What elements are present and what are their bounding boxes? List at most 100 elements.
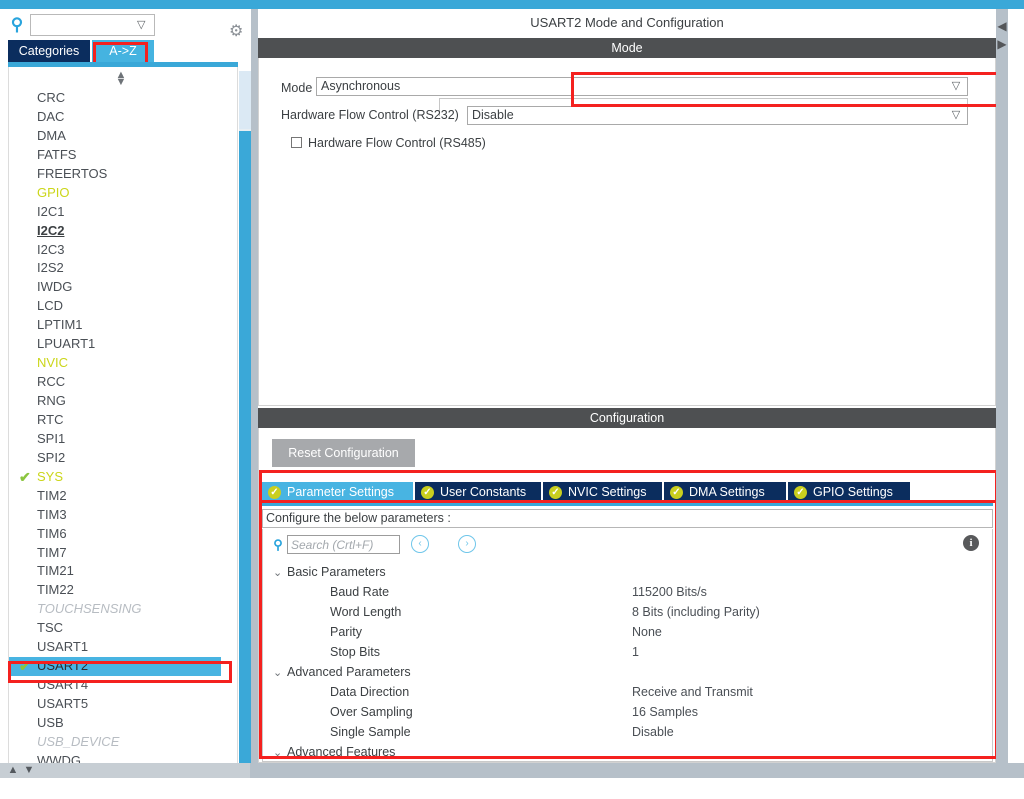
parameter-row[interactable]: Parity None xyxy=(263,622,992,642)
check-icon: ✔ xyxy=(19,658,31,675)
sidebar-item-rtc[interactable]: RTC xyxy=(9,411,221,430)
sidebar-item-i2s2[interactable]: I2S2 xyxy=(9,259,221,278)
parameter-value[interactable]: Receive and Transmit xyxy=(632,682,753,702)
sidebar-item-fatfs[interactable]: FATFS xyxy=(9,146,221,165)
sidebar-item-i2c2[interactable]: I2C2 xyxy=(9,222,221,241)
tab-a-to-z[interactable]: A->Z xyxy=(92,40,154,62)
info-icon[interactable]: i xyxy=(963,535,979,551)
sidebar-item-usart1[interactable]: USART1 xyxy=(9,638,221,657)
sidebar-item-label: USART1 xyxy=(37,639,89,655)
mode-label: Mode xyxy=(281,81,313,95)
sidebar-item-freertos[interactable]: FREERTOS xyxy=(9,165,221,184)
gear-icon[interactable]: ⚙ xyxy=(229,23,247,41)
sidebar-item-lptim1[interactable]: LPTIM1 xyxy=(9,316,221,335)
scroll-up-icon[interactable]: ▲ xyxy=(6,764,20,777)
tab-categories[interactable]: Categories xyxy=(8,40,90,62)
parameter-row[interactable]: Single Sample Disable xyxy=(263,722,992,742)
status-ok-icon: ✓ xyxy=(268,486,281,499)
sidebar-item-label: USB_DEVICE xyxy=(37,733,120,749)
parameter-value[interactable]: 1 xyxy=(632,642,639,662)
sidebar-item-usart5[interactable]: USART5 xyxy=(9,695,221,714)
configuration-section-body: Reset Configuration ✓ Parameter Settings ✓… xyxy=(258,428,996,763)
chevron-down-icon[interactable]: ⌄ xyxy=(273,663,287,683)
nav-prev-icon[interactable]: ‹ xyxy=(411,535,429,553)
tab-dma-settings[interactable]: ✓ DMA Settings xyxy=(664,482,786,503)
sidebar-item-touchsensing[interactable]: TOUCHSENSING xyxy=(9,600,221,619)
parameter-row[interactable]: Data Direction Receive and Transmit xyxy=(263,682,992,702)
tab-user-constants[interactable]: ✓ User Constants xyxy=(415,482,541,503)
parameter-value[interactable]: 16 Samples xyxy=(632,702,698,722)
collapse-right-icon[interactable]: ▶ xyxy=(997,37,1007,51)
sidebar-item-tim21[interactable]: TIM21 xyxy=(9,562,221,581)
sidebar-scrollbar-upper[interactable] xyxy=(239,71,251,129)
sidebar-item-gpio[interactable]: GPIO xyxy=(9,184,221,203)
chevron-down-icon[interactable]: ⌄ xyxy=(273,743,287,761)
parameter-row[interactable]: Over Sampling 16 Samples xyxy=(263,702,992,722)
sidebar-item-label: RTC xyxy=(37,411,64,427)
sidebar-item-tim22[interactable]: TIM22 xyxy=(9,581,221,600)
chevron-down-icon[interactable]: ⌄ xyxy=(273,563,287,583)
sidebar-item-nvic[interactable]: NVIC xyxy=(9,354,221,373)
parameter-group-advanced-features[interactable]: ⌄ Advanced Features xyxy=(273,742,395,761)
tab-label: NVIC Settings xyxy=(568,485,647,499)
sidebar-item-iwdg[interactable]: IWDG xyxy=(9,278,221,297)
chevron-down-icon[interactable]: ▽ xyxy=(950,79,962,94)
chevron-down-icon[interactable]: ▽ xyxy=(137,19,149,31)
parameter-row[interactable]: Word Length 8 Bits (including Parity) xyxy=(263,602,992,622)
sidebar-item-dma[interactable]: DMA xyxy=(9,127,221,146)
sidebar-item-crc[interactable]: CRC xyxy=(9,89,221,108)
mode-select[interactable]: Asynchronous ▽ xyxy=(316,77,968,96)
scroll-down-icon[interactable]: ▼ xyxy=(22,764,36,777)
peripheral-list[interactable]: ▲ ▼ CRC DAC DMA FATFS FREERTOS GPIO I2C1 I2C2 I2C… xyxy=(8,67,238,767)
parameter-row[interactable]: Stop Bits 1 xyxy=(263,642,992,662)
parameter-search-input[interactable] xyxy=(287,535,400,554)
hw-flow-rs232-select[interactable]: Disable ▽ xyxy=(467,106,968,125)
hw-flow-rs485-checkbox[interactable] xyxy=(291,137,302,148)
sidebar-item-i2c1[interactable]: I2C1 xyxy=(9,203,221,222)
parameter-value[interactable]: 8 Bits (including Parity) xyxy=(632,602,760,622)
reset-configuration-button[interactable]: Reset Configuration xyxy=(272,439,415,467)
peripheral-search-input[interactable] xyxy=(33,16,133,34)
sidebar-item-rng[interactable]: RNG xyxy=(9,392,221,411)
sidebar-item-tim2[interactable]: TIM2 xyxy=(9,487,221,506)
sidebar-item-rcc[interactable]: RCC xyxy=(9,373,221,392)
sidebar-item-label: TIM3 xyxy=(37,506,67,522)
sidebar-scrollbar-thumb[interactable] xyxy=(239,131,251,765)
sidebar-item-label: USART4 xyxy=(37,677,89,693)
sidebar-item-tim7[interactable]: TIM7 xyxy=(9,544,221,563)
sidebar-item-lcd[interactable]: LCD xyxy=(9,297,221,316)
sidebar-item-lpuart1[interactable]: LPUART1 xyxy=(9,335,221,354)
sidebar-item-usb-device[interactable]: USB_DEVICE xyxy=(9,733,221,752)
peripheral-search-combo[interactable]: ▽ xyxy=(30,14,155,36)
tab-nvic-settings[interactable]: ✓ NVIC Settings xyxy=(543,482,662,503)
tab-label: DMA Settings xyxy=(689,485,765,499)
sidebar-item-sys[interactable]: ✔ SYS xyxy=(9,468,221,487)
sidebar-item-label: DAC xyxy=(37,108,65,124)
vertical-splitter[interactable] xyxy=(251,9,258,763)
sidebar-item-tim6[interactable]: TIM6 xyxy=(9,525,221,544)
tab-parameter-settings[interactable]: ✓ Parameter Settings xyxy=(262,482,413,503)
parameter-group-basic-parameters[interactable]: ⌄ Basic Parameters xyxy=(273,562,386,582)
right-splitter[interactable]: ◀ ▶ xyxy=(996,9,1008,763)
parameter-row[interactable]: Baud Rate 115200 Bits/s xyxy=(263,582,992,602)
parameter-value[interactable]: 115200 Bits/s xyxy=(632,582,707,602)
tab-gpio-settings[interactable]: ✓ GPIO Settings xyxy=(788,482,910,503)
parameter-value[interactable]: Disable xyxy=(632,722,674,742)
parameter-group-advanced-parameters[interactable]: ⌄ Advanced Parameters xyxy=(273,662,411,682)
parameter-value[interactable]: None xyxy=(632,622,662,642)
sidebar-item-tim3[interactable]: TIM3 xyxy=(9,506,221,525)
sidebar-item-dac[interactable]: DAC xyxy=(9,108,221,127)
sidebar-item-i2c3[interactable]: I2C3 xyxy=(9,241,221,260)
sidebar-item-label: TIM22 xyxy=(37,582,74,598)
sidebar-item-tsc[interactable]: TSC xyxy=(9,619,221,638)
sort-indicator-icon[interactable]: ▲ ▼ xyxy=(113,70,129,88)
chevron-down-icon[interactable]: ▽ xyxy=(950,108,962,123)
sidebar-item-usart2[interactable]: ✔ USART2 xyxy=(9,657,221,677)
sidebar-item-spi1[interactable]: SPI1 xyxy=(9,430,221,449)
sidebar-item-usb[interactable]: USB xyxy=(9,714,221,733)
parameter-tree[interactable]: ⚲ ‹ › i ⌄Basic ParametersBaud Rate115200… xyxy=(262,529,993,762)
sidebar-item-usart4[interactable]: USART4 xyxy=(9,676,221,695)
nav-next-icon[interactable]: › xyxy=(458,535,476,553)
sidebar-item-spi2[interactable]: SPI2 xyxy=(9,449,221,468)
collapse-left-icon[interactable]: ◀ xyxy=(997,19,1007,33)
